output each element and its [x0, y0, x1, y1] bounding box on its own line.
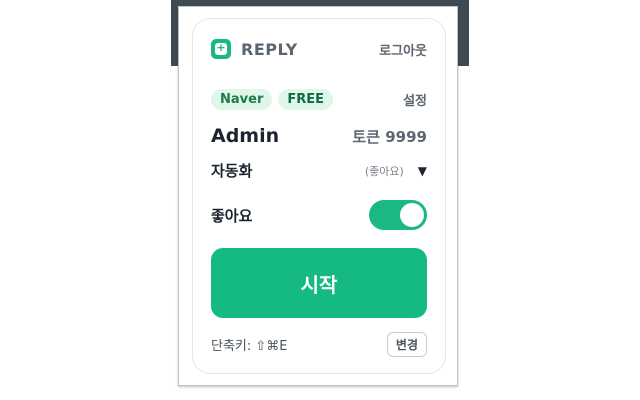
account-badges: Naver FREE — [211, 89, 334, 110]
token-count: 토큰 9999 — [352, 127, 427, 146]
toggle-knob — [400, 203, 424, 227]
shortcut-text: 단축키: ⇧⌘E — [211, 339, 288, 354]
user-row: Admin 토큰 9999 — [211, 125, 427, 147]
username: Admin — [211, 125, 280, 147]
change-shortcut-button[interactable]: 변경 — [386, 332, 427, 357]
automation-label: 자동화 — [211, 162, 253, 180]
start-button[interactable]: 시작 — [211, 248, 427, 318]
caret-down-icon: ▼ — [417, 163, 427, 178]
like-row: 좋아요 — [211, 200, 427, 230]
logout-link[interactable]: 로그아웃 — [379, 40, 427, 59]
shortcut-row: 단축키: ⇧⌘E 변경 — [211, 332, 427, 357]
automation-row: 자동화 (좋아요) ▼ — [211, 160, 427, 181]
automation-select[interactable]: (좋아요) ▼ — [365, 163, 427, 179]
brand: REPLY — [211, 38, 298, 59]
extension-popup: REPLY 로그아웃 Naver FREE 설정 Admin 토큰 9999 자… — [178, 6, 458, 386]
automation-selected-value: (좋아요) — [364, 164, 404, 178]
platform-badge: Naver — [211, 89, 273, 110]
account-row: Naver FREE 설정 — [211, 89, 427, 110]
header-row: REPLY 로그아웃 — [211, 38, 427, 59]
plan-badge: FREE — [278, 89, 334, 110]
reply-logo-icon — [211, 38, 231, 59]
like-label: 좋아요 — [211, 206, 253, 225]
popup-card: REPLY 로그아웃 Naver FREE 설정 Admin 토큰 9999 자… — [192, 18, 446, 374]
settings-link[interactable]: 설정 — [403, 90, 427, 109]
like-toggle[interactable] — [369, 200, 427, 230]
brand-name: REPLY — [241, 39, 298, 59]
